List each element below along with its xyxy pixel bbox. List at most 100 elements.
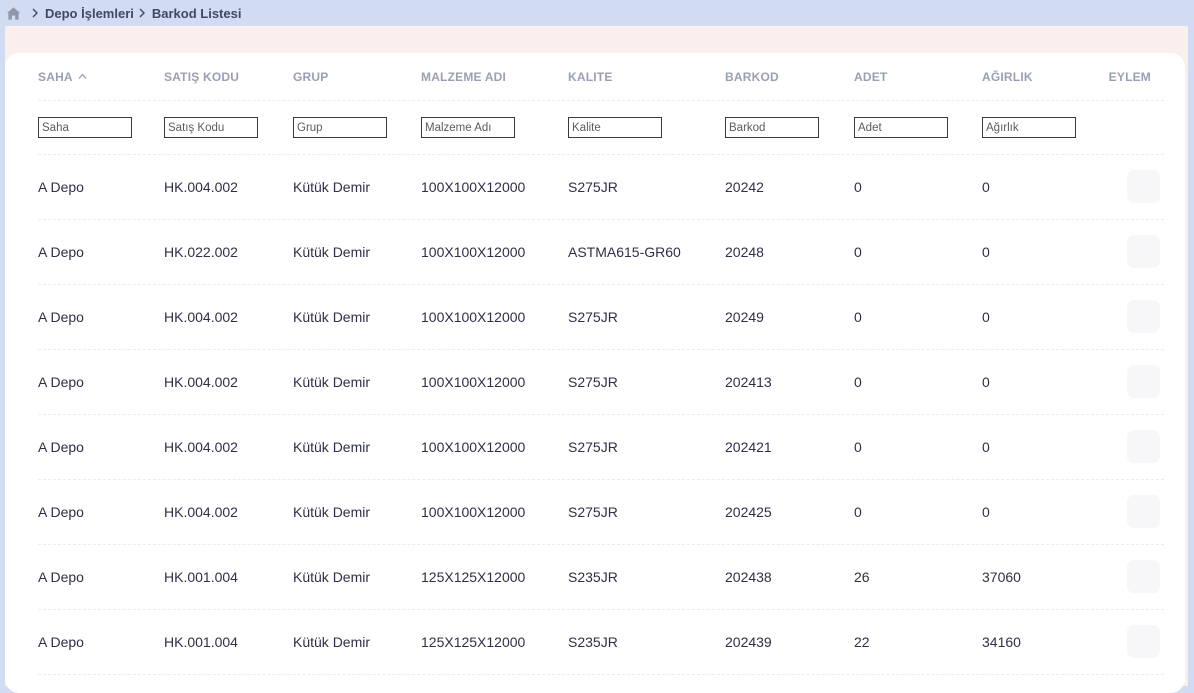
cell-malzeme-adi: 100X100X12000 [421, 504, 526, 520]
chevron-right-icon [139, 8, 145, 18]
cell-barkod: 20249 [725, 309, 764, 325]
cell-adet: 26 [854, 569, 870, 585]
cell-malzeme-adi: 125X125X12000 [421, 634, 526, 650]
cell-kalite: S275JR [568, 179, 618, 195]
cell-satis-kodu: HK.022.002 [164, 244, 238, 260]
cell-barkod: 202421 [725, 439, 772, 455]
chevron-right-icon [32, 8, 38, 18]
filter-kalite-input[interactable] [568, 117, 662, 138]
column-header-eylem: EYLEM [1108, 69, 1151, 84]
cell-kalite: S275JR [568, 374, 618, 390]
cell-adet: 0 [854, 244, 862, 260]
cell-satis-kodu: HK.001.004 [164, 634, 238, 650]
cell-adet: 22 [854, 634, 870, 650]
column-header-agirlik[interactable]: AĞIRLIK [982, 53, 1033, 100]
row-action-button[interactable] [1127, 300, 1160, 333]
cell-saha: A Depo [38, 439, 84, 455]
row-action-button[interactable] [1127, 495, 1160, 528]
table-row: A Depo HK.004.002 Kütük Demir 100X100X12… [38, 480, 1164, 545]
column-header-adet[interactable]: ADET [854, 53, 887, 100]
cell-grup: Kütük Demir [293, 309, 371, 325]
cell-barkod: 202413 [725, 374, 772, 390]
cell-barkod: 20248 [725, 244, 764, 260]
filter-adet-input[interactable] [854, 117, 948, 138]
cell-agirlik: 0 [982, 179, 990, 195]
cell-malzeme-adi: 100X100X12000 [421, 244, 526, 260]
filter-grup-input[interactable] [293, 117, 387, 138]
cell-adet: 0 [854, 439, 862, 455]
row-action-button[interactable] [1127, 365, 1160, 398]
cell-barkod: 20242 [725, 179, 764, 195]
cell-barkod: 202425 [725, 504, 772, 520]
cell-malzeme-adi: 125X125X12000 [421, 569, 526, 585]
row-action-button[interactable] [1127, 170, 1160, 203]
cell-saha: A Depo [38, 309, 84, 325]
cell-satis-kodu: HK.004.002 [164, 439, 238, 455]
column-header-barkod[interactable]: BARKOD [725, 53, 779, 100]
cell-grup: Kütük Demir [293, 439, 371, 455]
barcode-table: SAHA SATIŞ KODU GRUP MALZEME ADI KALITE … [38, 53, 1164, 675]
filter-saha-input[interactable] [38, 117, 132, 138]
table-row: A Depo HK.004.002 Kütük Demir 100X100X12… [38, 155, 1164, 220]
table-row: A Depo HK.004.002 Kütük Demir 100X100X12… [38, 285, 1164, 350]
cell-agirlik: 0 [982, 374, 990, 390]
filter-malzeme-adi-input[interactable] [421, 117, 515, 138]
row-action-button[interactable] [1127, 625, 1160, 658]
table-row: A Depo HK.004.002 Kütük Demir 100X100X12… [38, 415, 1164, 480]
cell-kalite: ASTMA615-GR60 [568, 244, 681, 260]
filter-barkod-input[interactable] [725, 117, 819, 138]
cell-adet: 0 [854, 179, 862, 195]
cell-malzeme-adi: 100X100X12000 [421, 309, 526, 325]
cell-saha: A Depo [38, 179, 84, 195]
table-row: A Depo HK.004.002 Kütük Demir 100X100X12… [38, 350, 1164, 415]
cell-kalite: S275JR [568, 309, 618, 325]
cell-satis-kodu: HK.004.002 [164, 374, 238, 390]
home-icon[interactable] [6, 6, 21, 21]
cell-barkod: 202438 [725, 569, 772, 585]
cell-satis-kodu: HK.004.002 [164, 309, 238, 325]
cell-agirlik: 37060 [982, 569, 1021, 585]
cell-grup: Kütük Demir [293, 244, 371, 260]
sort-ascending-icon [78, 73, 87, 79]
cell-satis-kodu: HK.004.002 [164, 504, 238, 520]
column-header-saha[interactable]: SAHA [38, 53, 87, 100]
column-header-label: SAHA [38, 69, 73, 84]
row-action-button[interactable] [1127, 235, 1160, 268]
table-header-row: SAHA SATIŞ KODU GRUP MALZEME ADI KALITE … [38, 53, 1164, 101]
cell-barkod: 202439 [725, 634, 772, 650]
cell-kalite: S235JR [568, 569, 618, 585]
table-filter-row [38, 101, 1164, 155]
cell-saha: A Depo [38, 634, 84, 650]
cell-adet: 0 [854, 309, 862, 325]
filter-satis-kodu-input[interactable] [164, 117, 258, 138]
row-action-button[interactable] [1127, 560, 1160, 593]
column-header-grup[interactable]: GRUP [293, 53, 328, 100]
cell-agirlik: 0 [982, 504, 990, 520]
cell-agirlik: 0 [982, 439, 990, 455]
column-header-kalite[interactable]: KALITE [568, 53, 613, 100]
cell-saha: A Depo [38, 374, 84, 390]
cell-satis-kodu: HK.001.004 [164, 569, 238, 585]
cell-grup: Kütük Demir [293, 634, 371, 650]
table-row: A Depo HK.001.004 Kütük Demir 125X125X12… [38, 545, 1164, 610]
cell-agirlik: 34160 [982, 634, 1021, 650]
cell-kalite: S235JR [568, 634, 618, 650]
cell-kalite: S275JR [568, 439, 618, 455]
cell-adet: 0 [854, 374, 862, 390]
cell-satis-kodu: HK.004.002 [164, 179, 238, 195]
breadcrumb: Depo İşlemleri Barkod Listesi [0, 0, 241, 26]
column-header-malzeme-adi[interactable]: MALZEME ADI [421, 53, 506, 100]
breadcrumb-item-depo-islemleri[interactable]: Depo İşlemleri [45, 6, 134, 21]
cell-grup: Kütük Demir [293, 179, 371, 195]
cell-malzeme-adi: 100X100X12000 [421, 439, 526, 455]
filter-agirlik-input[interactable] [982, 117, 1076, 138]
cell-malzeme-adi: 100X100X12000 [421, 374, 526, 390]
cell-grup: Kütük Demir [293, 569, 371, 585]
column-header-satis-kodu[interactable]: SATIŞ KODU [164, 53, 239, 100]
breadcrumb-item-barkod-listesi[interactable]: Barkod Listesi [152, 6, 242, 21]
cell-grup: Kütük Demir [293, 374, 371, 390]
row-action-button[interactable] [1127, 430, 1160, 463]
cell-agirlik: 0 [982, 244, 990, 260]
table-row: A Depo HK.001.004 Kütük Demir 125X125X12… [38, 610, 1164, 675]
cell-adet: 0 [854, 504, 862, 520]
